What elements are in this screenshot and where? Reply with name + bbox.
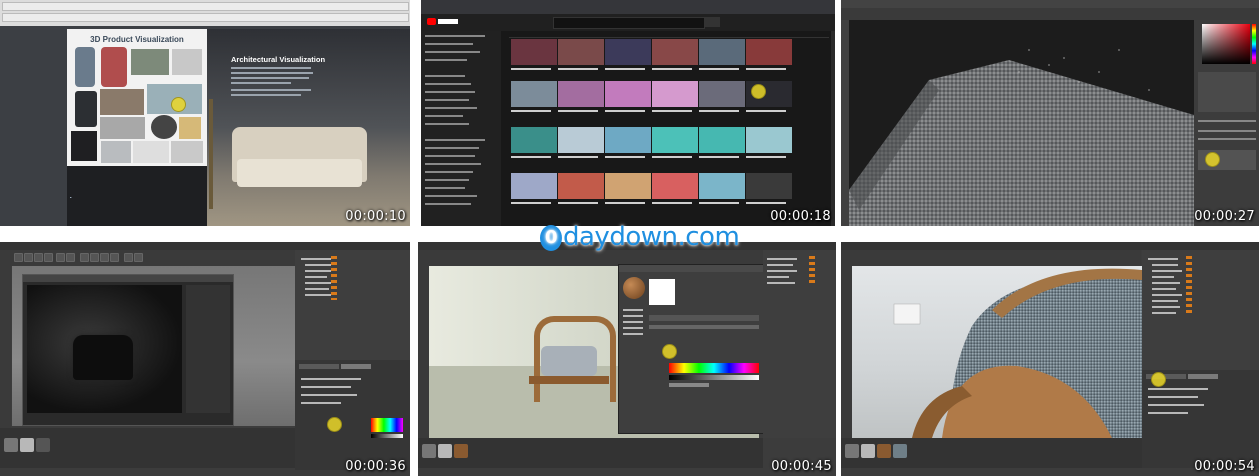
timestamp: 00:00:45 — [771, 459, 832, 474]
c4d-left-tools — [418, 266, 429, 456]
photoshop-canvas[interactable] — [849, 20, 1194, 226]
photoshop-toolbar — [841, 20, 849, 226]
c4d-toolbar — [841, 250, 1141, 266]
video-frame-1[interactable]: 3D Product Visualization Architectural V… — [0, 0, 410, 226]
cursor-highlight — [171, 97, 186, 112]
c4d-object-manager — [295, 250, 410, 360]
cursor-highlight — [1151, 372, 1166, 387]
video-frame-4[interactable]: 00:00:36 — [0, 242, 410, 476]
cursor-highlight — [662, 344, 677, 359]
video-frame-2[interactable]: 00:00:18 — [421, 0, 835, 226]
architectural-viz-panel: Architectural Visualization — [207, 29, 410, 226]
watermark: 0 daydown.com — [540, 222, 740, 252]
cursor-highlight — [327, 417, 342, 432]
timestamp: 00:00:10 — [345, 209, 406, 224]
watermark-logo-icon: 0 — [540, 224, 562, 251]
video-grid — [501, 31, 835, 226]
youtube-sidebar — [421, 31, 501, 226]
timestamp: 00:00:18 — [770, 209, 831, 224]
architectural-viz-heading: Architectural Visualization — [231, 55, 326, 64]
video-frame-3[interactable]: 00:00:27 — [841, 0, 1259, 226]
course-page: 3D Product Visualization Architectural V… — [0, 26, 410, 226]
cursor-highlight — [1205, 152, 1220, 167]
c4d-menubar — [841, 242, 1259, 250]
c4d-object-manager — [1142, 250, 1259, 370]
timestamp: 00:00:54 — [1194, 459, 1255, 474]
photoshop-menubar — [841, 0, 1259, 8]
c4d-left-tools — [0, 266, 11, 446]
c4d-attributes — [295, 360, 410, 470]
timestamp: 00:00:27 — [1194, 209, 1255, 224]
search-input[interactable] — [553, 17, 705, 29]
fabric-render — [849, 20, 1194, 226]
cursor-highlight — [751, 84, 766, 99]
video-frame-5[interactable]: 00:00:45 — [418, 242, 836, 476]
c4d-material-manager — [418, 438, 763, 468]
c4d-toolbar — [0, 250, 295, 266]
scrollbar[interactable] — [831, 31, 835, 226]
browser-toolbar — [0, 0, 410, 26]
chair-render — [893, 268, 1142, 438]
c4d-menubar — [0, 242, 410, 250]
search-button[interactable] — [704, 17, 720, 27]
video-frame-6[interactable]: 00:00:54 — [841, 242, 1259, 476]
picture-viewer[interactable] — [22, 274, 234, 426]
timestamp: 00:00:36 — [345, 459, 406, 474]
browser-tabs — [421, 0, 835, 14]
watermark-text: daydown.com — [563, 222, 740, 252]
photoshop-panels — [1194, 20, 1259, 226]
c4d-material-manager — [0, 428, 295, 468]
c4d-left-tools — [841, 266, 852, 456]
course-link[interactable] — [70, 192, 71, 198]
c4d-object-manager — [763, 250, 836, 438]
photoshop-options-bar — [841, 8, 1259, 20]
youtube-logo-icon — [427, 18, 436, 25]
youtube-header — [421, 14, 835, 31]
material-editor-window[interactable] — [618, 264, 765, 434]
c4d-viewport[interactable] — [852, 266, 1142, 438]
c4d-material-manager — [841, 438, 1142, 468]
product-viz-heading: 3D Product Visualization — [90, 35, 184, 44]
